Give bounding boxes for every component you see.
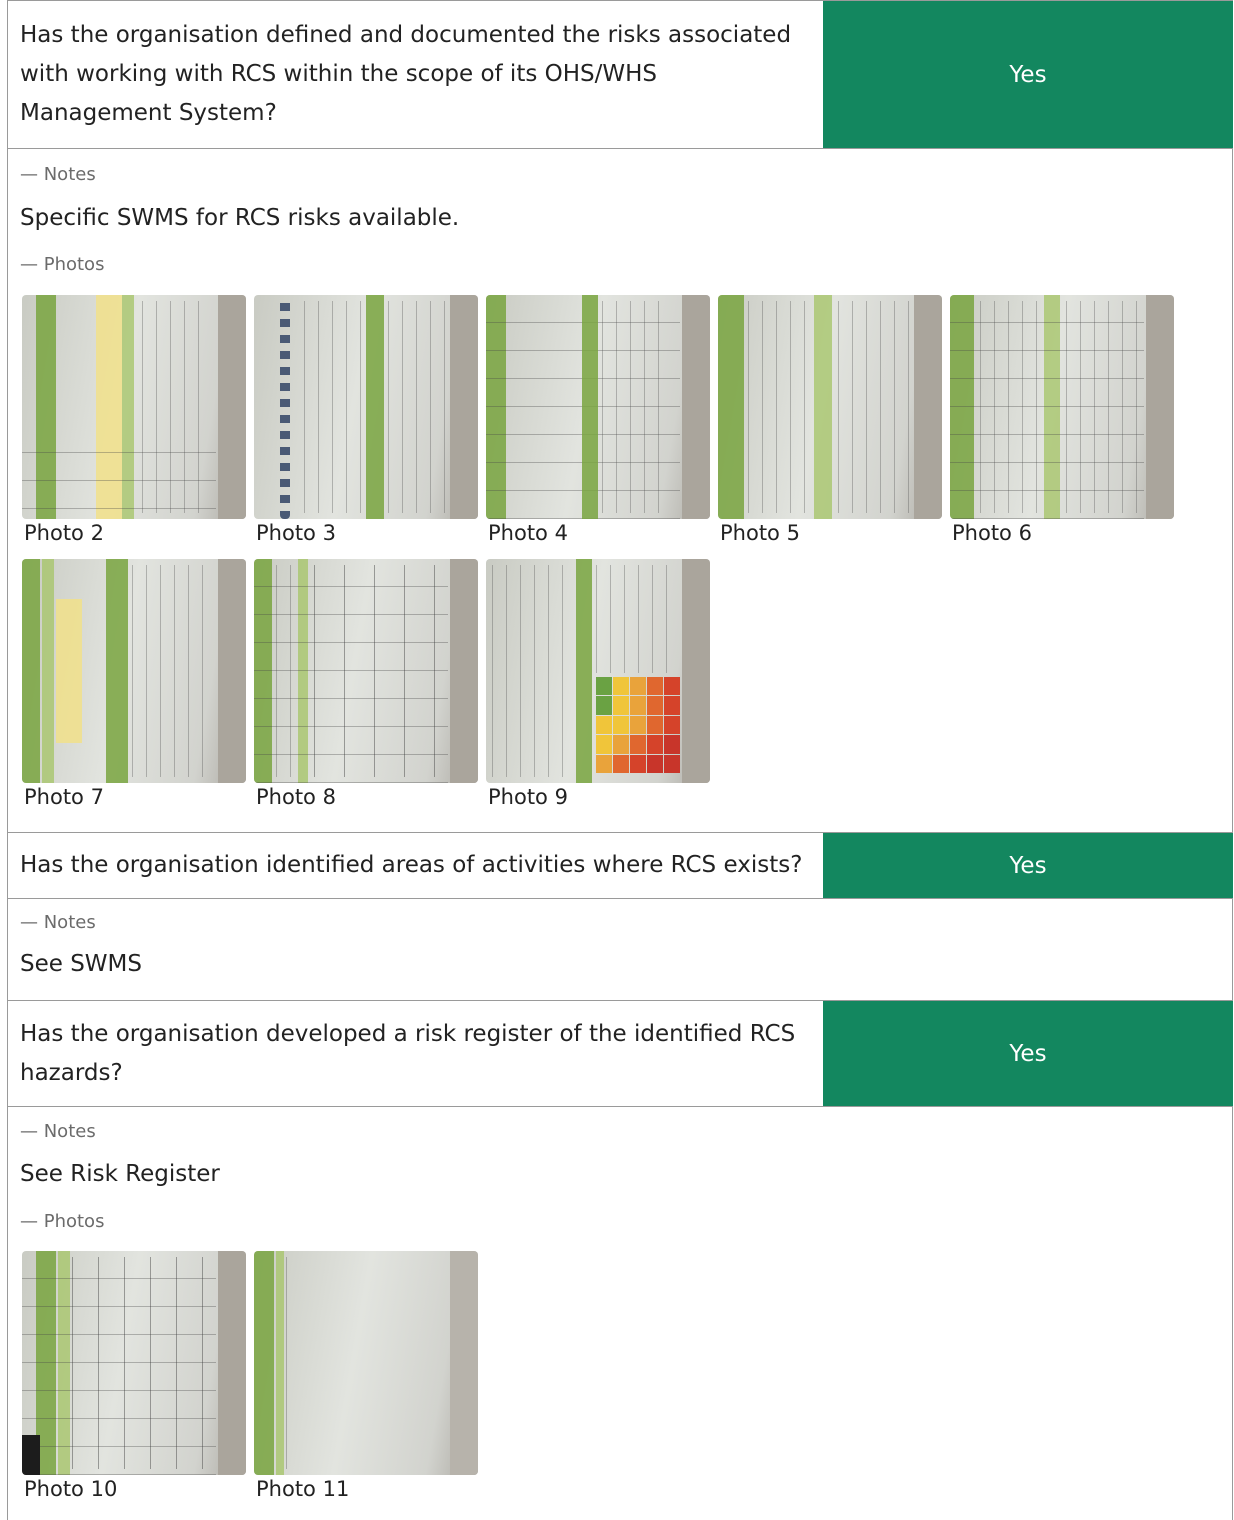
- notes-text: See SWMS: [20, 951, 142, 977]
- photos-label: — Photos: [20, 254, 105, 275]
- audit-report: Has the organisation defined and documen…: [0, 0, 1234, 1520]
- photo-thumbnail[interactable]: [22, 295, 246, 519]
- notes-label: — Notes: [20, 164, 96, 185]
- question-text: Has the organisation defined and documen…: [7, 1, 823, 148]
- question-details: — Notes Specific SWMS for RCS risks avai…: [7, 148, 1233, 832]
- photo-thumbnail[interactable]: [254, 1251, 478, 1475]
- photo-thumbnail[interactable]: [254, 295, 478, 519]
- notes-label: — Notes: [20, 1121, 96, 1142]
- question-row: Has the organisation identified areas of…: [7, 832, 1233, 898]
- photo-thumbnail[interactable]: [950, 295, 1174, 519]
- notes-label: — Notes: [20, 912, 96, 933]
- photo-item[interactable]: Photo 10: [22, 1251, 246, 1501]
- photo-item[interactable]: Photo 6: [950, 295, 1174, 545]
- photo-caption: Photo 7: [24, 785, 104, 809]
- photo-caption: Photo 8: [256, 785, 336, 809]
- answer-badge: Yes: [823, 1001, 1233, 1106]
- photo-item[interactable]: Photo 3: [254, 295, 478, 545]
- notes-text: See Risk Register: [20, 1161, 220, 1187]
- photo-item[interactable]: Photo 9: [486, 559, 710, 809]
- question-row: Has the organisation defined and documen…: [7, 0, 1233, 148]
- photo-thumbnail[interactable]: [718, 295, 942, 519]
- photo-item[interactable]: Photo 5: [718, 295, 942, 545]
- photo-caption: Photo 4: [488, 521, 568, 545]
- photo-caption: Photo 6: [952, 521, 1032, 545]
- photo-caption: Photo 5: [720, 521, 800, 545]
- photo-thumbnail[interactable]: [22, 1251, 246, 1475]
- photo-thumbnail[interactable]: [254, 559, 478, 783]
- photo-item[interactable]: Photo 8: [254, 559, 478, 809]
- question-details: — Notes See Risk Register — Photos Photo…: [7, 1106, 1233, 1520]
- photo-item[interactable]: Photo 4: [486, 295, 710, 545]
- question-text: Has the organisation developed a risk re…: [7, 1001, 823, 1106]
- photo-item[interactable]: Photo 7: [22, 559, 246, 809]
- photo-thumbnail[interactable]: [22, 559, 246, 783]
- photo-thumbnail[interactable]: [486, 559, 710, 783]
- question-row: Has the organisation developed a risk re…: [7, 1000, 1233, 1106]
- photo-thumbnail[interactable]: [486, 295, 710, 519]
- photo-item[interactable]: Photo 2: [22, 295, 246, 545]
- answer-badge: Yes: [823, 833, 1233, 898]
- photo-caption: Photo 11: [256, 1477, 350, 1501]
- question-details: — Notes See SWMS: [7, 898, 1233, 1000]
- photo-caption: Photo 2: [24, 521, 104, 545]
- answer-badge: Yes: [823, 1, 1233, 148]
- question-text: Has the organisation identified areas of…: [7, 833, 823, 898]
- photo-caption: Photo 10: [24, 1477, 118, 1501]
- photo-caption: Photo 3: [256, 521, 336, 545]
- photo-item[interactable]: Photo 11: [254, 1251, 478, 1501]
- notes-text: Specific SWMS for RCS risks available.: [20, 205, 460, 231]
- photos-label: — Photos: [20, 1211, 105, 1232]
- photo-caption: Photo 9: [488, 785, 568, 809]
